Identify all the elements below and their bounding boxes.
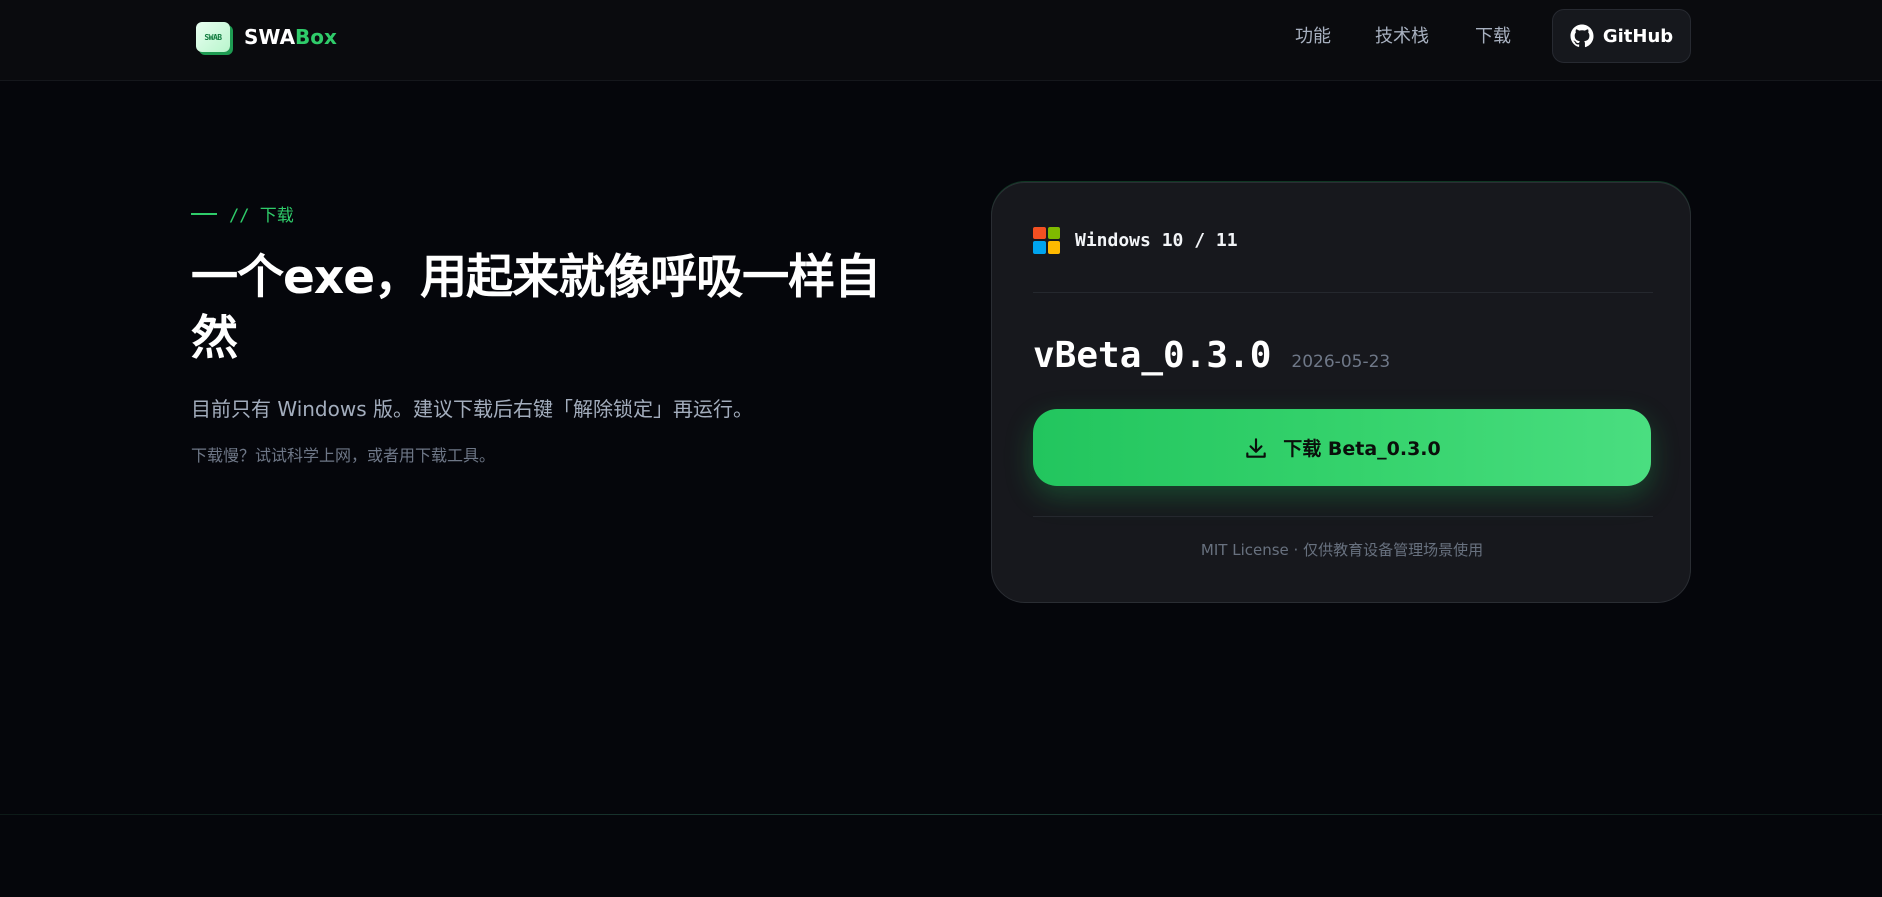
windows-logo-icon <box>1033 226 1060 254</box>
windows-logo-green <box>1047 226 1060 239</box>
swab-logo-icon: SWAB <box>196 22 230 52</box>
windows-logo-red <box>1033 226 1046 239</box>
hero-title: 一个exe，用起来就像呼吸一样自然 <box>191 250 881 366</box>
nav-link-features[interactable]: 功能 <box>1295 22 1331 48</box>
release-date: 2026-05-23 <box>1291 352 1391 372</box>
github-label: GitHub <box>1602 25 1674 47</box>
download-icon <box>1246 437 1266 458</box>
github-icon <box>1570 24 1594 48</box>
eyebrow-line <box>191 212 217 215</box>
version-row: vBeta_0.3.0 2026-05-23 <box>1033 335 1390 383</box>
card-divider-top <box>1033 292 1653 293</box>
windows-logo-blue <box>1033 241 1046 254</box>
section-eyebrow: // 下载 <box>191 201 294 226</box>
brand[interactable]: SWAB SWABox <box>196 20 337 54</box>
brand-name-part1: SWA <box>244 25 296 49</box>
download-button-label: 下载 Beta_0.3.0 <box>1283 438 1441 460</box>
download-card: Windows 10 / 11 vBeta_0.3.0 2026-05-23 下… <box>991 182 1691 603</box>
brand-name: SWABox <box>244 25 337 49</box>
card-divider-bottom <box>1033 516 1653 517</box>
nav-link-tech-stack[interactable]: 技术栈 <box>1375 22 1429 48</box>
section-divider <box>0 814 1882 815</box>
version-label: vBeta_0.3.0 <box>1033 335 1272 376</box>
logo-text: SWAB <box>204 32 222 42</box>
download-button[interactable]: 下载 Beta_0.3.0 <box>1033 409 1651 486</box>
license-text: MIT License · 仅供教育设备管理场景使用 <box>1200 541 1484 559</box>
page: SWAB SWABox 功能 技术栈 下载 GitHub // 下载 一个exe… <box>0 0 1882 897</box>
eyebrow-text: // 下载 <box>229 206 294 226</box>
brand-name-part2: Box <box>295 25 337 49</box>
nav-link-download[interactable]: 下载 <box>1475 22 1511 48</box>
os-row: Windows 10 / 11 <box>1033 225 1238 255</box>
hero-subtitle: 目前只有 Windows 版。建议下载后右键「解除锁定」再运行。 <box>191 397 753 421</box>
navbar: SWAB SWABox 功能 技术栈 下载 GitHub <box>0 0 1882 81</box>
os-name: Windows 10 / 11 <box>1075 229 1238 251</box>
windows-logo-yellow <box>1047 241 1060 254</box>
github-button[interactable]: GitHub <box>1552 9 1691 63</box>
hero-note: 下载慢？试试科学上网，或者用下载工具。 <box>191 446 496 465</box>
